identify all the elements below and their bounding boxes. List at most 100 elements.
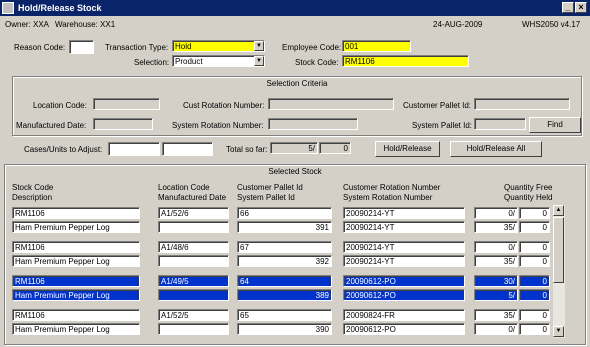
- selection-label: Selection:: [134, 58, 170, 67]
- header-system-pallet: System Pallet Id: [237, 193, 295, 202]
- record-stock-code[interactable]: RM1106: [12, 241, 140, 253]
- record-quantity-held[interactable]: 35/: [474, 255, 518, 267]
- record-customer-pallet[interactable]: 66: [237, 207, 332, 219]
- employee-code-input[interactable]: 001: [342, 40, 411, 52]
- window-title: Hold/Release Stock: [18, 3, 102, 13]
- selection-criteria-title: Selection Criteria: [266, 79, 328, 88]
- cases-units-label: Cases/Units to Adjust:: [24, 145, 103, 154]
- record-customer-rotation[interactable]: 20090824-FR: [343, 309, 465, 321]
- record-description[interactable]: Ham Premium Pepper Log: [12, 289, 140, 301]
- record-description[interactable]: Ham Premium Pepper Log: [12, 221, 140, 233]
- cust-rotation-label: Cust Rotation Number:: [183, 101, 265, 110]
- header-customer-pallet: Customer Pallet Id: [237, 183, 303, 192]
- records-scrollbar[interactable]: ▲ ▼: [553, 205, 565, 338]
- record-customer-pallet[interactable]: 67: [237, 241, 332, 253]
- record-description[interactable]: Ham Premium Pepper Log: [12, 323, 140, 335]
- owner-text: Owner: XXA: [5, 20, 50, 29]
- employee-code-label: Employee Code:: [282, 43, 342, 52]
- record-system-pallet[interactable]: 389: [237, 289, 332, 301]
- record-location[interactable]: A1/52/5: [158, 309, 229, 321]
- record-quantity-free[interactable]: 35/: [474, 309, 518, 321]
- scroll-down-icon[interactable]: ▼: [553, 326, 564, 337]
- chevron-down-icon[interactable]: ▼: [254, 41, 264, 51]
- record-quantity-free-2[interactable]: 0: [519, 241, 550, 253]
- location-code-input[interactable]: [93, 98, 160, 110]
- date-text: 24-AUG-2009: [433, 20, 483, 29]
- record-system-rotation[interactable]: 20090612-PO: [343, 323, 465, 335]
- record-quantity-free[interactable]: 0/: [474, 241, 518, 253]
- record-customer-pallet[interactable]: 65: [237, 309, 332, 321]
- cust-rotation-input[interactable]: [268, 98, 394, 110]
- title-bar: Hold/Release Stock _ ×: [0, 0, 590, 16]
- record-quantity-free-2[interactable]: 0: [519, 275, 550, 287]
- minimize-icon[interactable]: _: [562, 2, 574, 13]
- record-quantity-held[interactable]: 35/: [474, 221, 518, 233]
- transaction-type-select[interactable]: Hold ▼: [172, 40, 265, 52]
- record-location[interactable]: A1/48/6: [158, 241, 229, 253]
- record-system-rotation[interactable]: 20090214-YT: [343, 221, 465, 233]
- reason-code-label: Reason Code:: [14, 43, 66, 52]
- system-pallet-input[interactable]: [474, 118, 526, 130]
- location-code-label: Location Code:: [33, 101, 87, 110]
- reason-code-input[interactable]: [69, 40, 94, 54]
- record-quantity-held[interactable]: 5/: [474, 289, 518, 301]
- scroll-thumb[interactable]: [553, 217, 564, 283]
- record-manufactured-date[interactable]: [158, 289, 229, 301]
- record-quantity-held-2[interactable]: 0: [519, 221, 550, 233]
- total-so-far-value: 5/: [270, 142, 318, 154]
- record-quantity-free[interactable]: 0/: [474, 207, 518, 219]
- record-location[interactable]: A1/49/5: [158, 275, 229, 287]
- record-quantity-free-2[interactable]: 0: [519, 207, 550, 219]
- system-rotation-label: System Rotation Number:: [172, 121, 264, 130]
- record-quantity-free-2[interactable]: 0: [519, 309, 550, 321]
- record-system-pallet[interactable]: 391: [237, 221, 332, 233]
- header-description: Description: [12, 193, 53, 202]
- app-icon: [2, 2, 14, 14]
- warehouse-text: Warehouse: XX1: [55, 20, 116, 29]
- scroll-up-icon[interactable]: ▲: [553, 205, 564, 216]
- customer-pallet-input[interactable]: [474, 98, 570, 110]
- record-quantity-held-2[interactable]: 0: [519, 255, 550, 267]
- record-stock-code[interactable]: RM1106: [12, 275, 140, 287]
- hold-release-all-button[interactable]: Hold/Release All: [450, 141, 542, 157]
- customer-pallet-label: Customer Pallet Id:: [403, 101, 472, 110]
- record-customer-rotation[interactable]: 20090612-PO: [343, 275, 465, 287]
- record-manufactured-date[interactable]: [158, 255, 229, 267]
- close-icon[interactable]: ×: [575, 2, 587, 13]
- cases-units-input-2[interactable]: [162, 142, 213, 156]
- stock-code-label: Stock Code:: [295, 58, 339, 67]
- selection-select[interactable]: Product ▼: [172, 55, 265, 67]
- record-system-pallet[interactable]: 390: [237, 323, 332, 335]
- record-customer-rotation[interactable]: 20090214-YT: [343, 207, 465, 219]
- header-system-rotation: System Rotation Number: [343, 193, 433, 202]
- hold-release-button[interactable]: Hold/Release: [375, 141, 440, 157]
- record-system-pallet[interactable]: 392: [237, 255, 332, 267]
- manufactured-date-label: Manufactured Date:: [16, 121, 87, 130]
- record-system-rotation[interactable]: 20090612-PO: [343, 289, 465, 301]
- system-rotation-input[interactable]: [268, 118, 358, 130]
- chevron-down-icon[interactable]: ▼: [254, 56, 264, 66]
- record-customer-rotation[interactable]: 20090214-YT: [343, 241, 465, 253]
- record-quantity-held-2[interactable]: 0: [519, 289, 550, 301]
- header-manufactured-date: Manufactured Date: [158, 193, 227, 202]
- record-quantity-held-2[interactable]: 0: [519, 323, 550, 335]
- record-description[interactable]: Ham Premium Pepper Log: [12, 255, 140, 267]
- record-manufactured-date[interactable]: [158, 323, 229, 335]
- find-button[interactable]: Find: [529, 117, 581, 133]
- record-location[interactable]: A1/52/6: [158, 207, 229, 219]
- system-pallet-label: System Pallet Id:: [412, 121, 473, 130]
- stock-code-input[interactable]: RM1106: [342, 55, 469, 67]
- manufactured-date-input[interactable]: [93, 118, 153, 130]
- total-so-far-label: Total so far:: [226, 145, 268, 154]
- transaction-type-value: Hold: [175, 42, 192, 51]
- record-system-rotation[interactable]: 20090214-YT: [343, 255, 465, 267]
- header-customer-rotation: Customer Rotation Number: [343, 183, 441, 192]
- record-customer-pallet[interactable]: 64: [237, 275, 332, 287]
- record-manufactured-date[interactable]: [158, 221, 229, 233]
- cases-units-input-1[interactable]: [108, 142, 160, 156]
- record-quantity-held[interactable]: 0/: [474, 323, 518, 335]
- record-stock-code[interactable]: RM1106: [12, 309, 140, 321]
- record-quantity-free[interactable]: 30/: [474, 275, 518, 287]
- selection-value: Product: [175, 57, 203, 66]
- record-stock-code[interactable]: RM1106: [12, 207, 140, 219]
